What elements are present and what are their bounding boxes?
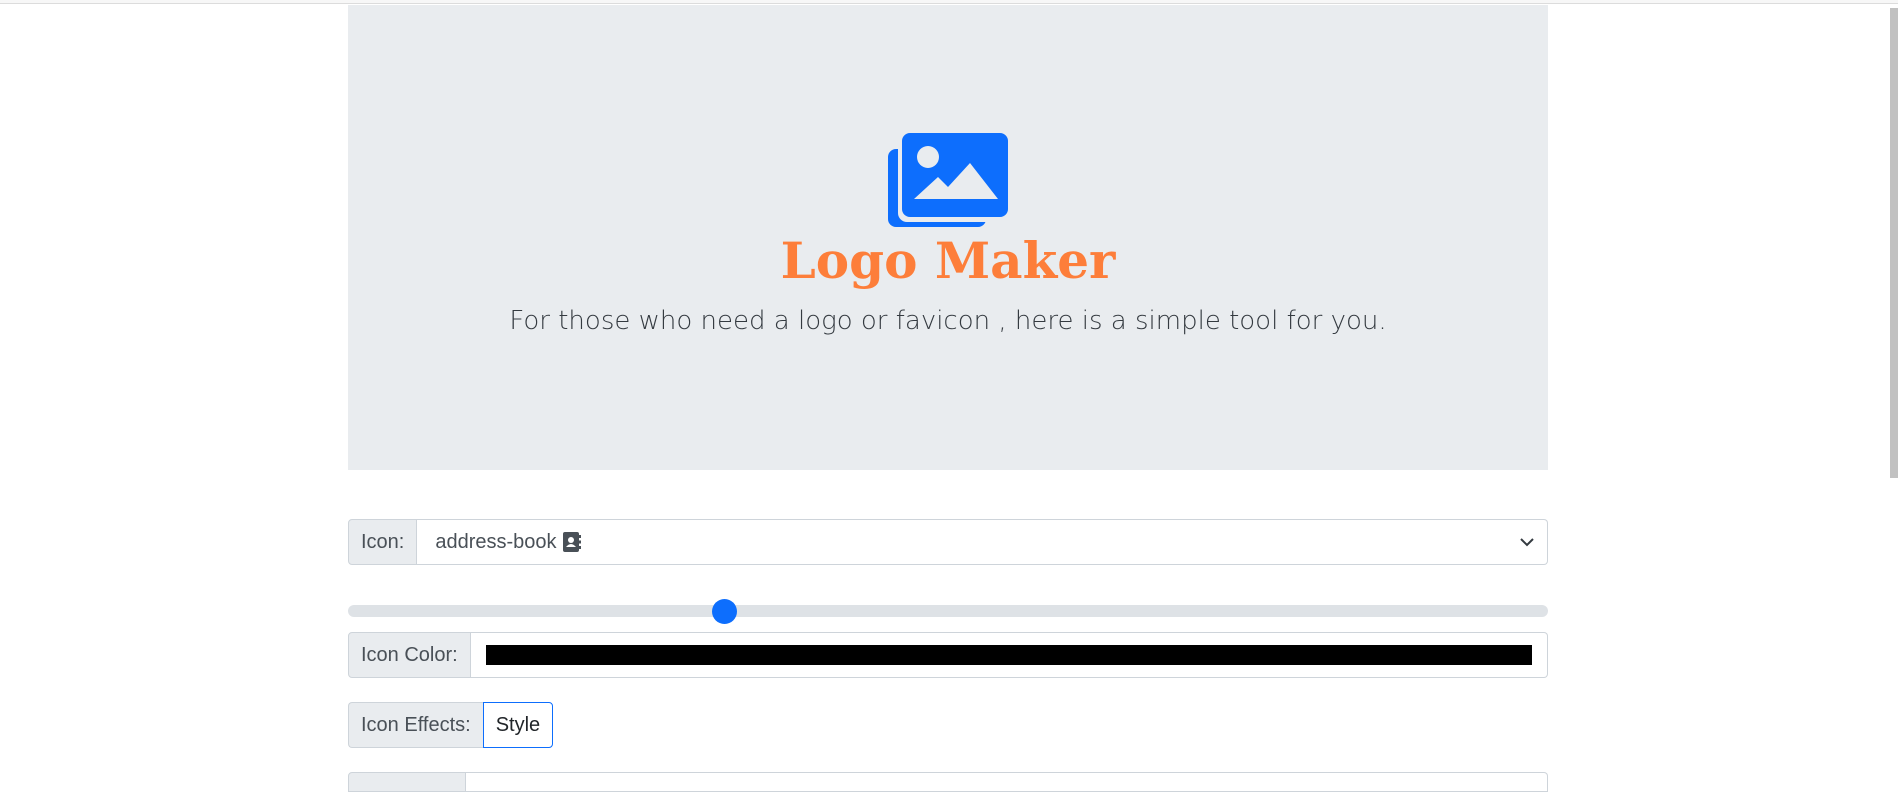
icon-select[interactable]: address-book: [417, 519, 1548, 565]
slider-thumb[interactable]: [712, 599, 737, 624]
icon-select-group: Icon: address-book: [348, 519, 1548, 565]
main-container: Logo Maker For those who need a logo or …: [348, 5, 1548, 792]
icon-size-slider[interactable]: [348, 599, 1548, 624]
icon-color-label: Icon Color:: [348, 632, 471, 678]
hero-tagline: For those who need a logo or favicon , h…: [509, 306, 1387, 336]
icon-color-swatch: [485, 645, 1532, 665]
icon-effects-group: Icon Effects: Style: [348, 702, 554, 748]
style-button[interactable]: Style: [482, 702, 554, 748]
images-icon: [888, 133, 1010, 227]
icon-select-label: Icon:: [348, 519, 418, 565]
icon-color-group: Icon Color:: [348, 632, 1548, 678]
page-title: Logo Maker: [780, 231, 1116, 290]
address-book-icon: [562, 532, 581, 552]
chevron-down-icon: [1520, 538, 1534, 547]
next-input-field[interactable]: [466, 772, 1548, 792]
browser-top-edge: [0, 0, 1898, 4]
hero-banner: Logo Maker For those who need a logo or …: [348, 5, 1548, 470]
icon-color-picker[interactable]: [470, 632, 1548, 678]
next-input-label: [348, 772, 466, 792]
scrollbar-thumb[interactable]: [1890, 8, 1898, 478]
icon-select-value: address-book: [435, 530, 557, 553]
icon-effects-label: Icon Effects:: [348, 702, 483, 748]
next-input-group-partial: [348, 772, 1548, 792]
page-scrollbar[interactable]: [1890, 4, 1898, 777]
